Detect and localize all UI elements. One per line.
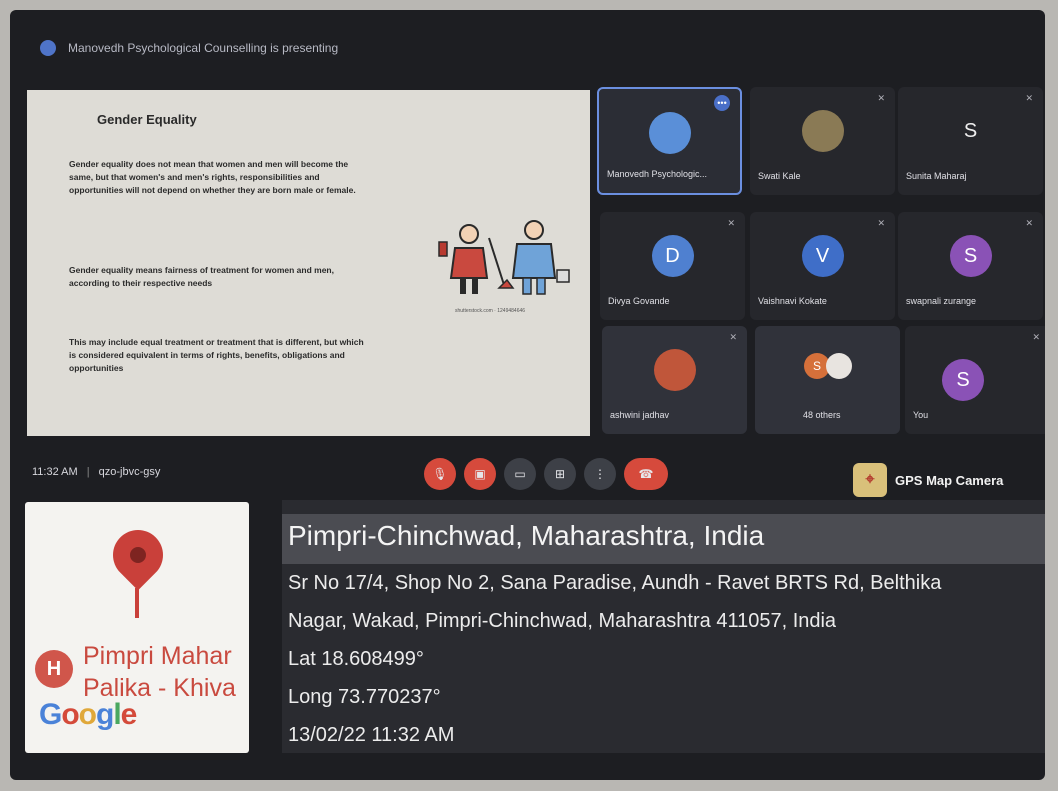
slide-image-caption: shutterstock.com · 1249484646 xyxy=(455,308,526,314)
mic-off-icon: ✕ xyxy=(1032,332,1040,342)
mic-off-icon: ✕ xyxy=(1025,93,1033,103)
mic-off-icon: ✕ xyxy=(877,93,885,103)
participant-tile-self[interactable]: S ✕ You xyxy=(905,326,1045,434)
participant-tile[interactable]: ✕ ashwini jadhav xyxy=(602,326,747,434)
participant-name: Divya Govande xyxy=(608,296,670,306)
address-line-2: Nagar, Wakad, Pimpri-Chinchwad, Maharash… xyxy=(288,610,837,632)
presenter-avatar-icon xyxy=(40,40,56,56)
latitude: Lat 18.608499° xyxy=(288,648,424,670)
participant-tile[interactable]: S ✕ Sunita Maharaj xyxy=(898,87,1043,195)
hospital-icon: H xyxy=(35,650,73,688)
presenting-text: Manovedh Psychological Counselling is pr… xyxy=(68,41,339,55)
gps-camera-label: ⌖ GPS Map Camera xyxy=(853,463,1003,497)
map-pin-stem xyxy=(135,588,139,618)
slide-paragraph-1: Gender equality does not mean that women… xyxy=(69,159,356,195)
camera-off-icon: ▣ xyxy=(474,467,486,481)
present-icon: ⊞ xyxy=(554,467,566,481)
presenting-banner: Manovedh Psychological Counselling is pr… xyxy=(40,40,338,56)
participant-name: ashwini jadhav xyxy=(610,410,670,420)
present-button[interactable]: ⊞ xyxy=(544,458,576,490)
address-line-1: Sr No 17/4, Shop No 2, Sana Paradise, Au… xyxy=(288,572,942,594)
participant-name: 48 others xyxy=(803,410,841,420)
gender-equality-illustration xyxy=(438,220,570,295)
captions-button[interactable]: ▭ xyxy=(504,458,536,490)
slide-paragraph-2: Gender equality means fairness of treatm… xyxy=(69,265,334,288)
meeting-separator: | xyxy=(86,466,90,478)
shared-slide: Gender Equality Gender equality does not… xyxy=(27,90,590,436)
participant-name: Vaishnavi Kokate xyxy=(758,296,827,306)
meeting-time: 11:32 AM xyxy=(32,466,78,478)
avatar xyxy=(648,112,691,154)
avatar: S xyxy=(942,359,984,401)
participant-tile-others[interactable]: S 48 others xyxy=(755,326,900,434)
participant-name: Manovedh Psychologic... xyxy=(607,169,708,179)
speaking-indicator-icon: ••• xyxy=(714,95,730,111)
meet-window: Manovedh Psychological Counselling is pr… xyxy=(10,10,1045,780)
more-vert-icon: ⋮ xyxy=(594,467,606,481)
avatar xyxy=(826,353,852,379)
more-options-button[interactable]: ⋮ xyxy=(584,458,616,490)
avatar: S xyxy=(963,119,978,142)
longitude: Long 73.770237° xyxy=(288,686,441,708)
gps-app-label: GPS Map Camera xyxy=(895,472,1004,488)
date-time: 13/02/22 11:32 AM xyxy=(288,724,455,746)
avatar: D xyxy=(651,235,694,277)
google-logo: Google xyxy=(39,698,137,731)
mic-off-button[interactable]: 🎙 xyxy=(424,458,456,490)
gps-map-camera-icon: ⌖ xyxy=(853,463,887,497)
participant-tile-presenter[interactable]: ••• Manovedh Psychologic... xyxy=(597,87,742,195)
participant-tile[interactable]: ✕ Swati Kale xyxy=(750,87,895,195)
map-label-1: Pimpri Mahar xyxy=(83,642,232,670)
participant-tile[interactable]: V ✕ Vaishnavi Kokate xyxy=(750,212,895,320)
meeting-code: qzo-jbvc-gsy xyxy=(98,466,161,478)
mic-off-icon: 🎙 xyxy=(432,467,448,481)
avatar: V xyxy=(801,235,844,277)
location-title: Pimpri-Chinchwad, Maharashtra, India xyxy=(288,520,765,551)
map-pin-icon xyxy=(102,519,174,591)
participant-name: swapnali zurange xyxy=(906,296,977,306)
slide-title: Gender Equality xyxy=(97,112,197,127)
meeting-details: 11:32 AM | qzo-jbvc-gsy xyxy=(32,466,160,478)
participant-tile[interactable]: D ✕ Divya Govande xyxy=(600,212,745,320)
slide-paragraph-3: This may include equal treatment or trea… xyxy=(69,337,364,373)
avatar xyxy=(653,349,696,391)
participant-name: Swati Kale xyxy=(758,171,801,181)
participant-tile[interactable]: S ✕ swapnali zurange xyxy=(898,212,1043,320)
participant-name: Sunita Maharaj xyxy=(906,171,967,181)
location-info-panel: Pimpri-Chinchwad, Maharashtra, India Sr … xyxy=(282,500,1045,753)
map-thumbnail: H Pimpri Mahar Palika - Khiva Google xyxy=(25,502,249,753)
avatar: S xyxy=(949,235,992,277)
mic-off-icon: ✕ xyxy=(727,218,735,228)
mic-off-icon: ✕ xyxy=(1025,218,1033,228)
end-call-icon: ☎ xyxy=(638,467,654,481)
camera-off-button[interactable]: ▣ xyxy=(464,458,496,490)
avatar xyxy=(801,110,844,152)
participant-name: You xyxy=(913,410,929,420)
captions-icon: ▭ xyxy=(514,467,526,481)
mic-off-icon: ✕ xyxy=(877,218,885,228)
mic-off-icon: ✕ xyxy=(729,332,737,342)
end-call-button[interactable]: ☎ xyxy=(624,458,668,490)
